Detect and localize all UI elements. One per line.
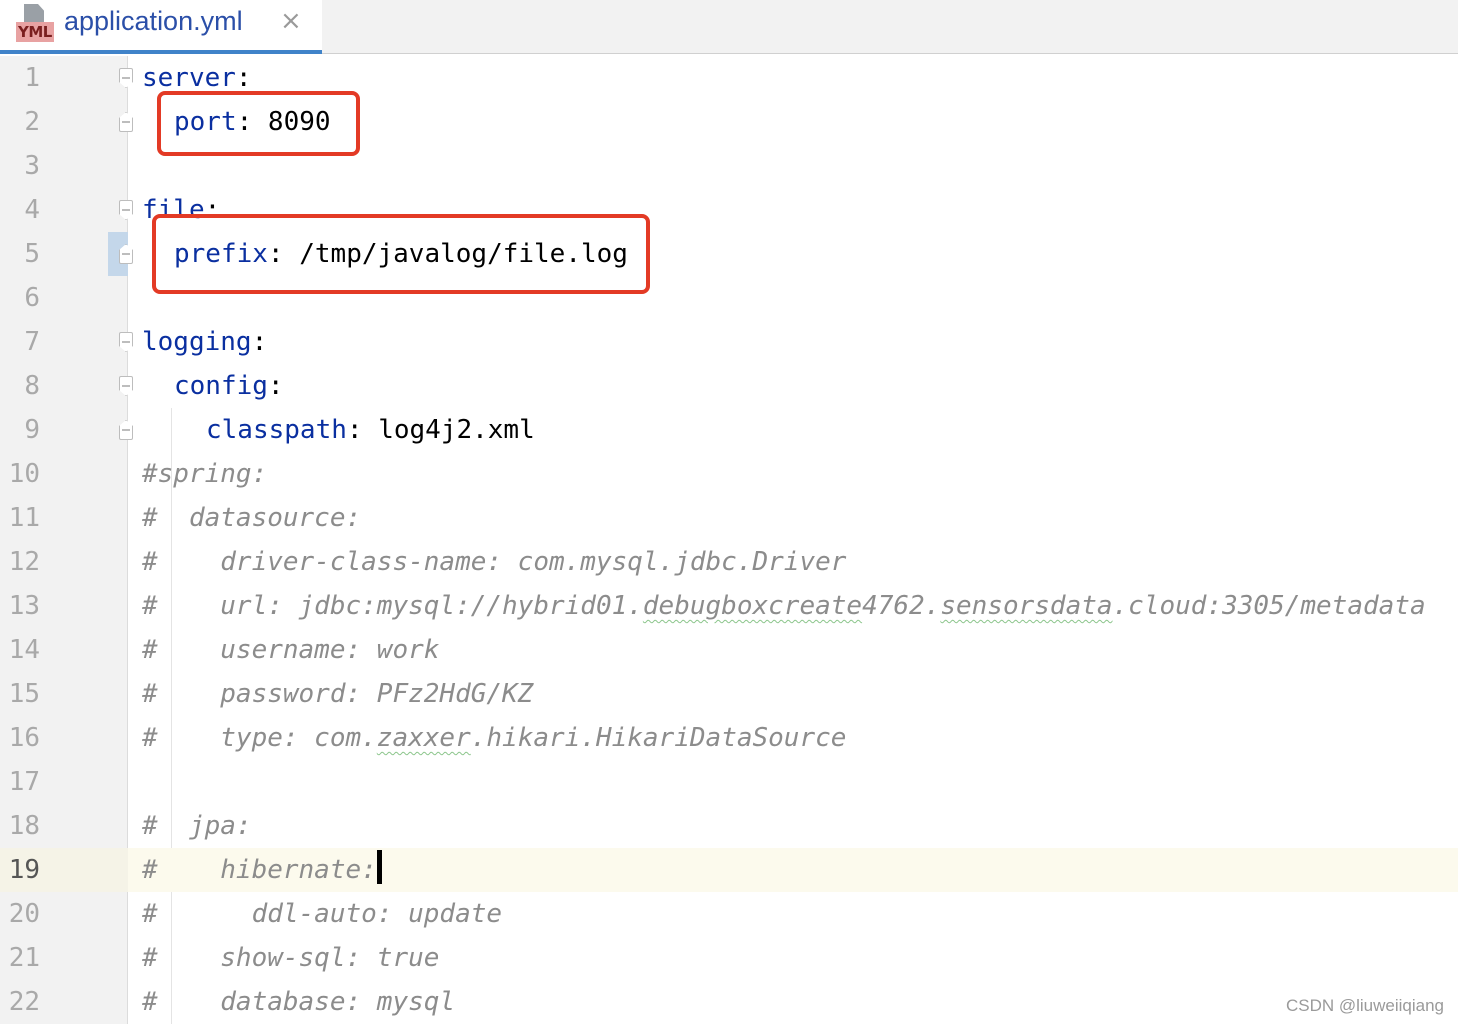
yaml-key: logging — [142, 327, 252, 357]
close-icon[interactable]: × — [280, 6, 302, 36]
fold-marker-icon[interactable] — [119, 332, 133, 352]
code-line[interactable]: 22 # database: mysql — [0, 980, 1458, 1024]
line-number: 3 — [24, 151, 40, 181]
line-number: 11 — [8, 503, 40, 533]
line-number: 9 — [24, 415, 40, 445]
text-caret — [376, 850, 382, 884]
line-number: 6 — [24, 283, 40, 313]
line-number: 14 — [8, 635, 40, 665]
colon: : — [251, 327, 268, 357]
line-number: 2 — [24, 107, 40, 137]
comment: # jpa: — [142, 811, 252, 841]
yaml-key: classpath — [206, 415, 347, 445]
annotation-box-port — [157, 91, 360, 156]
code-line[interactable]: 18 # jpa: — [0, 804, 1458, 848]
yaml-file-icon: YML — [16, 4, 56, 42]
line-number: 13 — [8, 591, 40, 621]
comment-part: .cloud:3305/metadata — [1112, 591, 1426, 621]
line-number: 20 — [8, 899, 40, 929]
code-line[interactable]: 9 classpath: log4j2.xml — [0, 408, 1458, 452]
code-line[interactable]: 17 — [0, 760, 1458, 804]
colon: : — [235, 63, 252, 93]
tab-application-yml[interactable]: YML application.yml × — [0, 0, 322, 54]
comment: # hibernate: — [142, 855, 377, 885]
code-line[interactable]: 20 # ddl-auto: update — [0, 892, 1458, 936]
line-number: 8 — [24, 371, 40, 401]
line-number: 17 — [8, 767, 40, 797]
line-number: 16 — [8, 723, 40, 753]
line-number: 19 — [8, 855, 40, 885]
line-number: 22 — [8, 987, 40, 1017]
comment: #spring: — [142, 459, 268, 489]
code-line[interactable]: 10 #spring: — [0, 452, 1458, 496]
code-line[interactable]: 16 # type: com.zaxxer.hikari.HikariDataS… — [0, 716, 1458, 760]
annotation-box-prefix — [152, 214, 650, 294]
code-line[interactable]: 8 config: — [0, 364, 1458, 408]
line-number: 7 — [24, 327, 40, 357]
line-number: 15 — [8, 679, 40, 709]
line-number: 10 — [8, 459, 40, 489]
colon: : — [346, 415, 363, 445]
comment: # ddl-auto: update — [142, 899, 503, 929]
code-line[interactable]: 15 # password: PFz2HdG/KZ — [0, 672, 1458, 716]
watermark: CSDN @liuweiiqiang — [1285, 996, 1444, 1015]
tab-title: application.yml — [64, 6, 243, 36]
yaml-value: log4j2.xml — [362, 415, 535, 445]
yaml-key: server — [142, 63, 236, 93]
spelling-warning[interactable]: sensorsdata — [940, 591, 1112, 621]
spelling-warning[interactable]: debugboxcreate — [643, 591, 862, 621]
comment: # username: work — [142, 635, 440, 665]
line-number: 4 — [24, 195, 40, 225]
code-line[interactable]: 21 # show-sql: true — [0, 936, 1458, 980]
colon: : — [267, 371, 284, 401]
spelling-warning[interactable]: zaxxer — [377, 723, 471, 753]
line-number: 21 — [8, 943, 40, 973]
comment: # driver-class-name: com.mysql.jdbc.Driv… — [142, 547, 847, 577]
comment: # database: mysql — [142, 987, 456, 1017]
code-line[interactable]: 13 # url: jdbc:mysql://hybrid01.debugbox… — [0, 584, 1458, 628]
yaml-key: config — [174, 371, 268, 401]
comment: # show-sql: true — [142, 943, 440, 973]
line-number: 18 — [8, 811, 40, 841]
current-code-line[interactable]: 19 # hibernate: — [0, 848, 1458, 892]
yml-badge: YML — [16, 22, 54, 42]
comment-part: 4762. — [862, 591, 941, 621]
line-number: 12 — [8, 547, 40, 577]
comment: # datasource: — [142, 503, 362, 533]
line-number: 1 — [24, 63, 40, 93]
comment-part: # type: com. — [142, 723, 377, 753]
line-number: 5 — [24, 239, 40, 269]
comment: # url: jdbc:mysql://hybrid01.debugboxcre… — [142, 584, 1426, 628]
comment-part: .hikari.HikariDataSource — [470, 723, 847, 753]
fold-end-icon[interactable] — [119, 112, 133, 132]
code-line[interactable]: 7 logging: — [0, 320, 1458, 364]
fold-marker-icon[interactable] — [119, 200, 133, 220]
code-line[interactable]: 12 # driver-class-name: com.mysql.jdbc.D… — [0, 540, 1458, 584]
fold-end-icon[interactable] — [119, 420, 133, 440]
code-line[interactable]: 11 # datasource: — [0, 496, 1458, 540]
comment: # type: com.zaxxer.hikari.HikariDataSour… — [142, 716, 846, 760]
comment: # password: PFz2HdG/KZ — [142, 679, 534, 709]
comment-part: # url: jdbc:mysql://hybrid01. — [142, 591, 643, 621]
fold-marker-icon[interactable] — [119, 68, 133, 88]
code-line[interactable]: 14 # username: work — [0, 628, 1458, 672]
editor-tab-bar: YML application.yml × — [0, 0, 1458, 54]
fold-marker-icon[interactable] — [119, 376, 133, 396]
